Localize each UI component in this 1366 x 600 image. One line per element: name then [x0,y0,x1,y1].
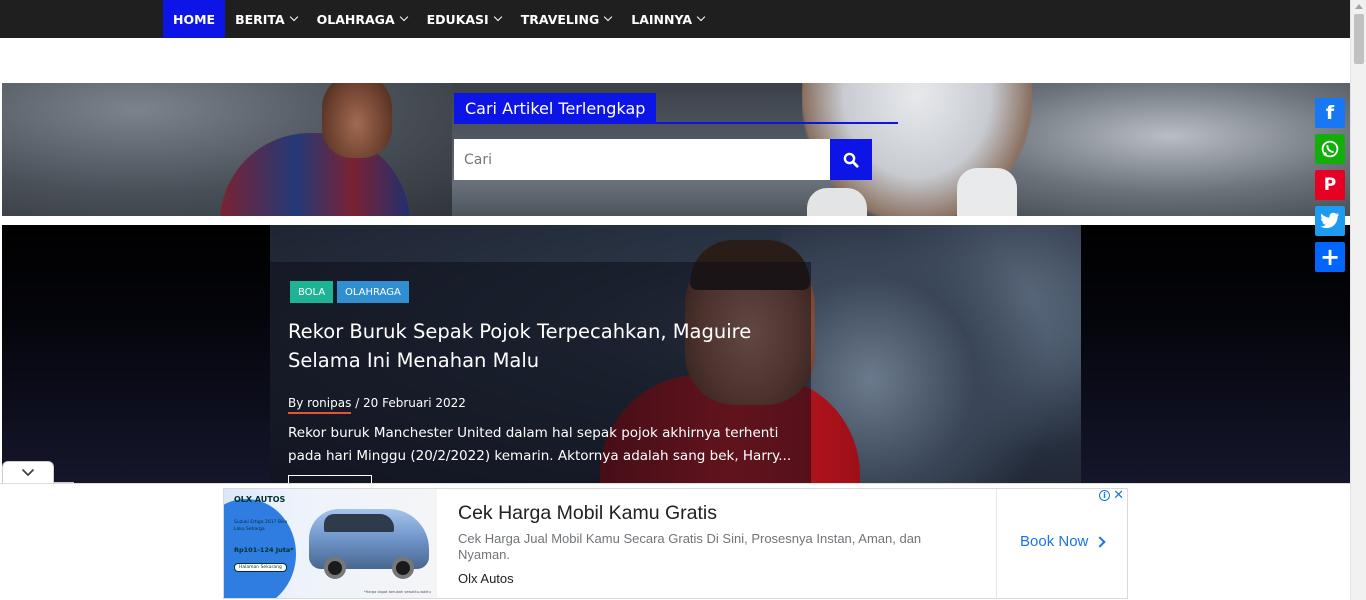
twitter-share-button[interactable] [1315,206,1345,236]
car-window [324,514,394,532]
chevron-down-icon [696,12,706,22]
ad-image-cta: Halaman Sekarang [234,563,287,572]
ad-advertiser: Olx Autos [458,571,514,586]
hero-player-sock [957,168,1017,216]
pinterest-icon: P [1323,175,1337,195]
ad-description: Cek Harga Jual Mobil Kamu Secara Gratis … [458,531,922,562]
featured-post-title[interactable]: Rekor Buruk Sepak Pojok Terpecahkan, Mag… [288,317,758,375]
post-excerpt: Rekor buruk Manchester United dalam hal … [288,425,792,464]
chevron-down-icon [493,12,502,22]
car-wheel [392,557,414,579]
car-wheel [324,557,346,579]
chevron-right-icon [1094,535,1107,548]
search-input[interactable] [454,139,831,180]
facebook-icon: f [1325,102,1335,124]
pinterest-share-button[interactable]: P [1315,170,1345,200]
ad-info-icon[interactable]: i [1099,490,1110,501]
nav-item-edukasi[interactable]: EDUKASI [417,0,511,38]
nav-item-label: OLAHRAGA [316,11,395,27]
search-heading-underline [454,122,898,124]
ad-title[interactable]: Cek Harga Mobil Kamu Gratis [458,502,717,525]
search-button[interactable] [830,139,872,180]
nav-item-traveling[interactable]: TRAVELING [511,0,622,38]
search-heading: Cari Artikel Terlengkap [454,93,657,124]
chevron-down-icon [289,12,298,22]
hero-player-sock [807,188,867,216]
chevron-down-icon [399,12,408,22]
post-date: / 20 Februari 2022 [355,396,466,410]
advertisement[interactable]: OLX AUTOS Suzuki Ertiga 2017 Bisa Laku S… [223,488,1128,599]
ad-cta-label: Book Now [1020,533,1089,550]
scrollbar-thumb[interactable] [1354,14,1364,64]
hero-banner: Cari Artikel Terlengkap [2,83,1350,216]
share-icon: + [1319,243,1341,271]
twitter-icon [1320,212,1339,229]
separator [2,216,1350,225]
chevron-down-icon [21,468,35,477]
featured-post-section: BOLA OLAHRAGA Rekor Buruk Sepak Pojok Te… [2,225,1350,485]
ad-image-footnote: *Harga dapat berubah sewaktu-waktu [364,590,431,594]
post-meta: By ronipas / 20 Februari 2022 [288,396,466,414]
ad-image-brand: OLX AUTOS [234,495,286,504]
nav-item-olahraga[interactable]: OLAHRAGA [307,0,417,38]
nav-item-home[interactable]: HOME [163,0,226,38]
nav-item-label: LAINNYA [631,11,692,27]
top-nav-bar: HOME BERITA OLAHRAGA EDUKASI TRAVELING L… [0,0,1350,38]
nav-item-label: BERITA [235,11,285,27]
nav-menu: HOME BERITA OLAHRAGA EDUKASI TRAVELING L… [163,0,714,38]
ad-image-price: Rp101-124 Juta* [234,546,294,554]
nav-item-label: TRAVELING [520,11,600,27]
post-author-prefix: By [288,396,304,410]
whatsapp-icon [1321,140,1339,158]
social-share-bar: f P + [1315,98,1345,278]
category-tag-bola[interactable]: BOLA [290,281,334,303]
share-button[interactable]: + [1315,242,1345,272]
ad-collapse-toggle[interactable] [2,461,54,483]
facebook-share-button[interactable]: f [1315,98,1345,128]
chevron-down-icon [604,12,613,22]
category-tag-olahraga[interactable]: OLAHRAGA [337,281,409,303]
nav-item-berita[interactable]: BERITA [225,0,307,38]
nav-item-label: HOME [173,11,216,27]
page-scrollbar[interactable] [1350,0,1366,600]
nav-item-label: EDUKASI [426,11,489,27]
ad-close-icon[interactable]: ✕ [1113,488,1124,503]
post-author[interactable]: By ronipas [288,396,352,414]
hero-player-head [322,83,392,158]
scroll-up-arrow-icon[interactable] [1355,4,1363,9]
ad-divider [996,489,997,598]
post-author-name: ronipas [307,396,352,410]
ad-image-text: Suzuki Ertiga 2017 Bisa Laku Seharga [234,520,288,532]
nav-item-lainnya[interactable]: LAINNYA [621,0,714,38]
ad-image[interactable]: OLX AUTOS Suzuki Ertiga 2017 Bisa Laku S… [224,489,437,598]
whatsapp-share-button[interactable] [1315,134,1345,164]
ad-cta-button[interactable]: Book Now [1020,533,1107,550]
search-icon [843,152,859,168]
